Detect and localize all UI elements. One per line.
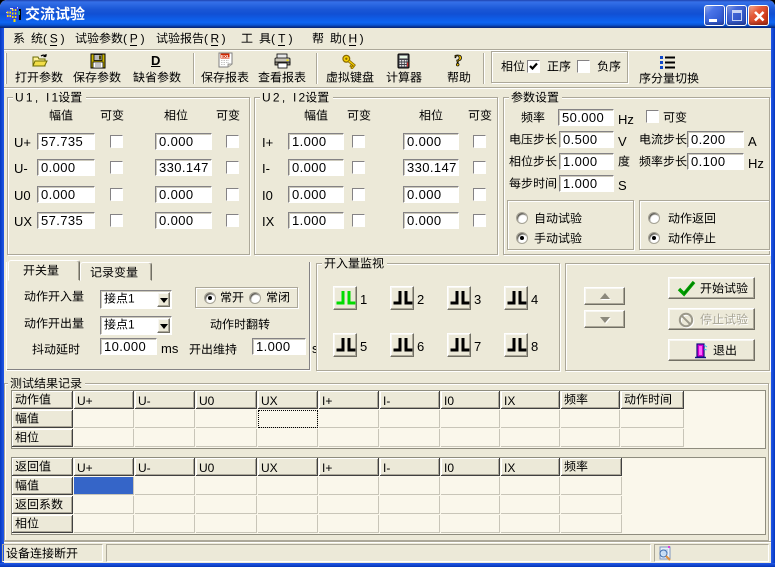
svg-text:?: ? bbox=[454, 52, 463, 69]
svg-text:(T): (T) bbox=[271, 32, 293, 46]
svg-text:1: 1 bbox=[128, 292, 135, 306]
svg-text:(S): (S) bbox=[43, 32, 65, 46]
svg-text:EXL: EXL bbox=[221, 54, 230, 59]
svg-text:U2, I2: U2, I2 bbox=[262, 91, 306, 105]
svg-text:(R): (R) bbox=[204, 32, 226, 46]
svg-text:(H): (H) bbox=[342, 32, 364, 46]
svg-text:(P): (P) bbox=[123, 32, 145, 46]
svg-text:U1, I1: U1, I1 bbox=[15, 91, 59, 105]
svg-text:1: 1 bbox=[128, 318, 135, 332]
